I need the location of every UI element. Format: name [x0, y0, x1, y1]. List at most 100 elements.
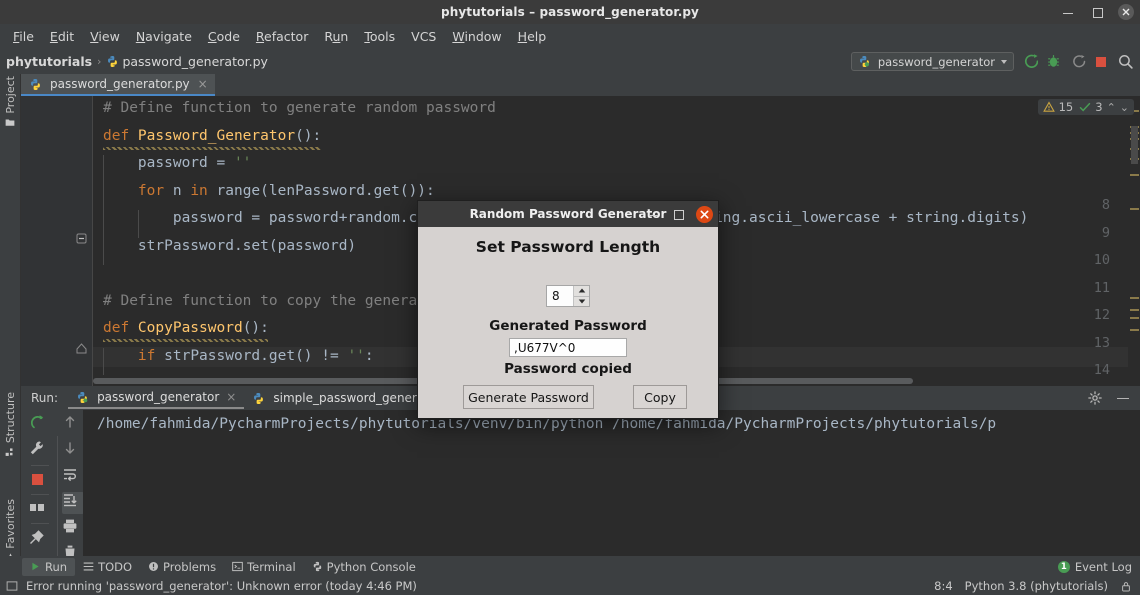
- window-close-icon[interactable]: [1118, 4, 1134, 20]
- menu-item-edit[interactable]: Edit: [42, 26, 82, 47]
- python-run-icon: [76, 391, 89, 404]
- password-length-value[interactable]: 8: [547, 286, 573, 306]
- inspection-squiggle: [103, 339, 268, 342]
- hide-icon[interactable]: [1115, 390, 1132, 407]
- settings-wrench-icon[interactable]: [29, 440, 51, 462]
- todo-list-icon: [83, 561, 94, 572]
- menu-item-refactor[interactable]: Refactor: [248, 26, 316, 47]
- editor-tab-close-icon[interactable]: ×: [198, 77, 208, 91]
- editor-tab-password-generator[interactable]: password_generator.py ×: [21, 74, 215, 96]
- up-arrow-icon[interactable]: [62, 414, 84, 436]
- caret-position[interactable]: 8:4: [934, 579, 953, 593]
- menu-item-view[interactable]: View: [82, 26, 128, 47]
- lock-icon[interactable]: [1120, 580, 1132, 593]
- code-token: strPassword.set(password): [103, 238, 356, 254]
- tool-window-todo[interactable]: TODO: [75, 558, 140, 576]
- layout-icon[interactable]: [29, 500, 51, 522]
- interpreter-indicator[interactable]: Python 3.8 (phytutorials): [965, 579, 1108, 593]
- print-icon[interactable]: [62, 518, 84, 540]
- event-log-button[interactable]: 1Event Log: [1058, 560, 1132, 574]
- spinner-decrement-button[interactable]: [574, 297, 589, 307]
- tool-window-terminal[interactable]: Terminal: [224, 558, 304, 576]
- fold-expand-icon[interactable]: [76, 229, 87, 240]
- editor-tab-label: password_generator.py: [50, 77, 190, 91]
- run-console-output[interactable]: /home/fahmida/PycharmProjects/phytutoria…: [83, 410, 1140, 572]
- inspection-prev-icon[interactable]: ⌃: [1107, 101, 1116, 114]
- dialog-label-generated-password: Generated Password: [418, 318, 718, 334]
- search-everywhere-icon[interactable]: [1117, 53, 1134, 70]
- menu-item-code[interactable]: Code: [200, 26, 248, 47]
- code-token: ():: [295, 128, 321, 144]
- breadcrumb-file[interactable]: password_generator.py: [106, 54, 267, 69]
- editor-tab-bar: password_generator.py ×: [21, 74, 1140, 96]
- rerun-icon[interactable]: [29, 414, 51, 436]
- navigation-bar: phytutorials › password_generator.py: [0, 49, 1140, 74]
- pin-icon[interactable]: [29, 529, 51, 551]
- copy-button[interactable]: Copy: [633, 385, 687, 409]
- generate-password-button[interactable]: Generate Password: [463, 385, 594, 409]
- debug-icon[interactable]: [1045, 53, 1062, 70]
- run-tab-close-icon[interactable]: ×: [226, 390, 236, 404]
- inspection-widget[interactable]: 15 3 ⌃ ⌄: [1038, 99, 1134, 115]
- indent-guide: [103, 155, 104, 183]
- window-maximize-icon[interactable]: [1089, 4, 1105, 20]
- code-token: range(lenPassword.get()):: [217, 183, 435, 199]
- dialog-heading-set-password-length: Set Password Length: [418, 238, 718, 256]
- status-bar-right: 8:4 Python 3.8 (phytutorials): [934, 579, 1132, 593]
- breadcrumb-project[interactable]: phytutorials: [6, 54, 92, 69]
- indent-guide: [103, 210, 104, 238]
- toolbar-right: password_generator: [851, 49, 1134, 74]
- menu-item-run[interactable]: Run: [316, 26, 356, 47]
- run-tab-simple-password-generator[interactable]: simple_password_generato: [244, 387, 444, 409]
- code-token: ():: [243, 320, 269, 336]
- menu-item-vcs[interactable]: VCS: [403, 26, 444, 47]
- code-token: password =: [103, 155, 234, 171]
- random-password-generator-dialog[interactable]: Random Password Generator Set Password L…: [417, 200, 719, 419]
- sidebar-item-project[interactable]: Project: [0, 76, 21, 128]
- dialog-maximize-icon[interactable]: [672, 208, 684, 220]
- gear-icon[interactable]: [1088, 390, 1105, 407]
- editor-marker-gutter[interactable]: [1128, 96, 1140, 386]
- menu-item-navigate[interactable]: Navigate: [128, 26, 200, 47]
- window-minimize-icon[interactable]: [1060, 4, 1076, 20]
- code-line: strPassword.set(password): [103, 238, 356, 254]
- dialog-minimize-icon[interactable]: [648, 208, 660, 220]
- code-token: n: [173, 183, 190, 199]
- warning-triangle-icon: [1043, 101, 1055, 113]
- problems-icon: [148, 561, 159, 572]
- tool-window-run[interactable]: Run: [22, 558, 75, 576]
- generated-password-field[interactable]: ,U677V^0: [509, 338, 627, 357]
- menu-item-window[interactable]: Window: [444, 26, 509, 47]
- soft-wrap-icon[interactable]: [62, 466, 84, 488]
- structure-icon: [6, 447, 16, 457]
- stop-icon[interactable]: [29, 471, 51, 493]
- run-configuration-selector[interactable]: password_generator: [851, 52, 1014, 71]
- window-title: phytutorials – password_generator.py: [441, 5, 699, 19]
- run-icon[interactable]: [1021, 53, 1038, 70]
- run-tab-label: password_generator: [97, 390, 219, 404]
- fold-collapse-icon[interactable]: [76, 339, 87, 350]
- indent-guide: [138, 210, 139, 238]
- tool-window-problems[interactable]: Problems: [140, 558, 224, 576]
- code-token: if: [138, 348, 164, 364]
- dialog-close-icon[interactable]: [696, 206, 713, 223]
- spinner-increment-button[interactable]: [574, 286, 589, 297]
- tool-window-python-console[interactable]: Python Console: [304, 558, 424, 576]
- password-length-spinner[interactable]: 8: [546, 285, 590, 307]
- code-token: strPassword.get() !=: [164, 348, 347, 364]
- indent-guide: [103, 183, 104, 211]
- down-arrow-icon[interactable]: [62, 440, 84, 462]
- menu-item-help[interactable]: Help: [510, 26, 555, 47]
- sidebar-item-favorites[interactable]: Favorites: [0, 499, 21, 564]
- menu-item-tools[interactable]: Tools: [356, 26, 403, 47]
- run-tab-password-generator[interactable]: password_generator ×: [68, 387, 244, 409]
- stop-icon[interactable]: [1093, 53, 1110, 70]
- sidebar-item-structure[interactable]: Structure: [0, 392, 21, 457]
- tool-window-label: Terminal: [247, 560, 296, 574]
- code-line: for n in range(lenPassword.get()):: [103, 183, 435, 199]
- menu-item-file[interactable]: File: [5, 26, 42, 47]
- line-number: 11: [1094, 280, 1110, 296]
- inspection-next-icon[interactable]: ⌄: [1120, 101, 1129, 114]
- dialog-title-bar: Random Password Generator: [418, 201, 718, 227]
- scroll-to-end-icon[interactable]: [62, 492, 84, 514]
